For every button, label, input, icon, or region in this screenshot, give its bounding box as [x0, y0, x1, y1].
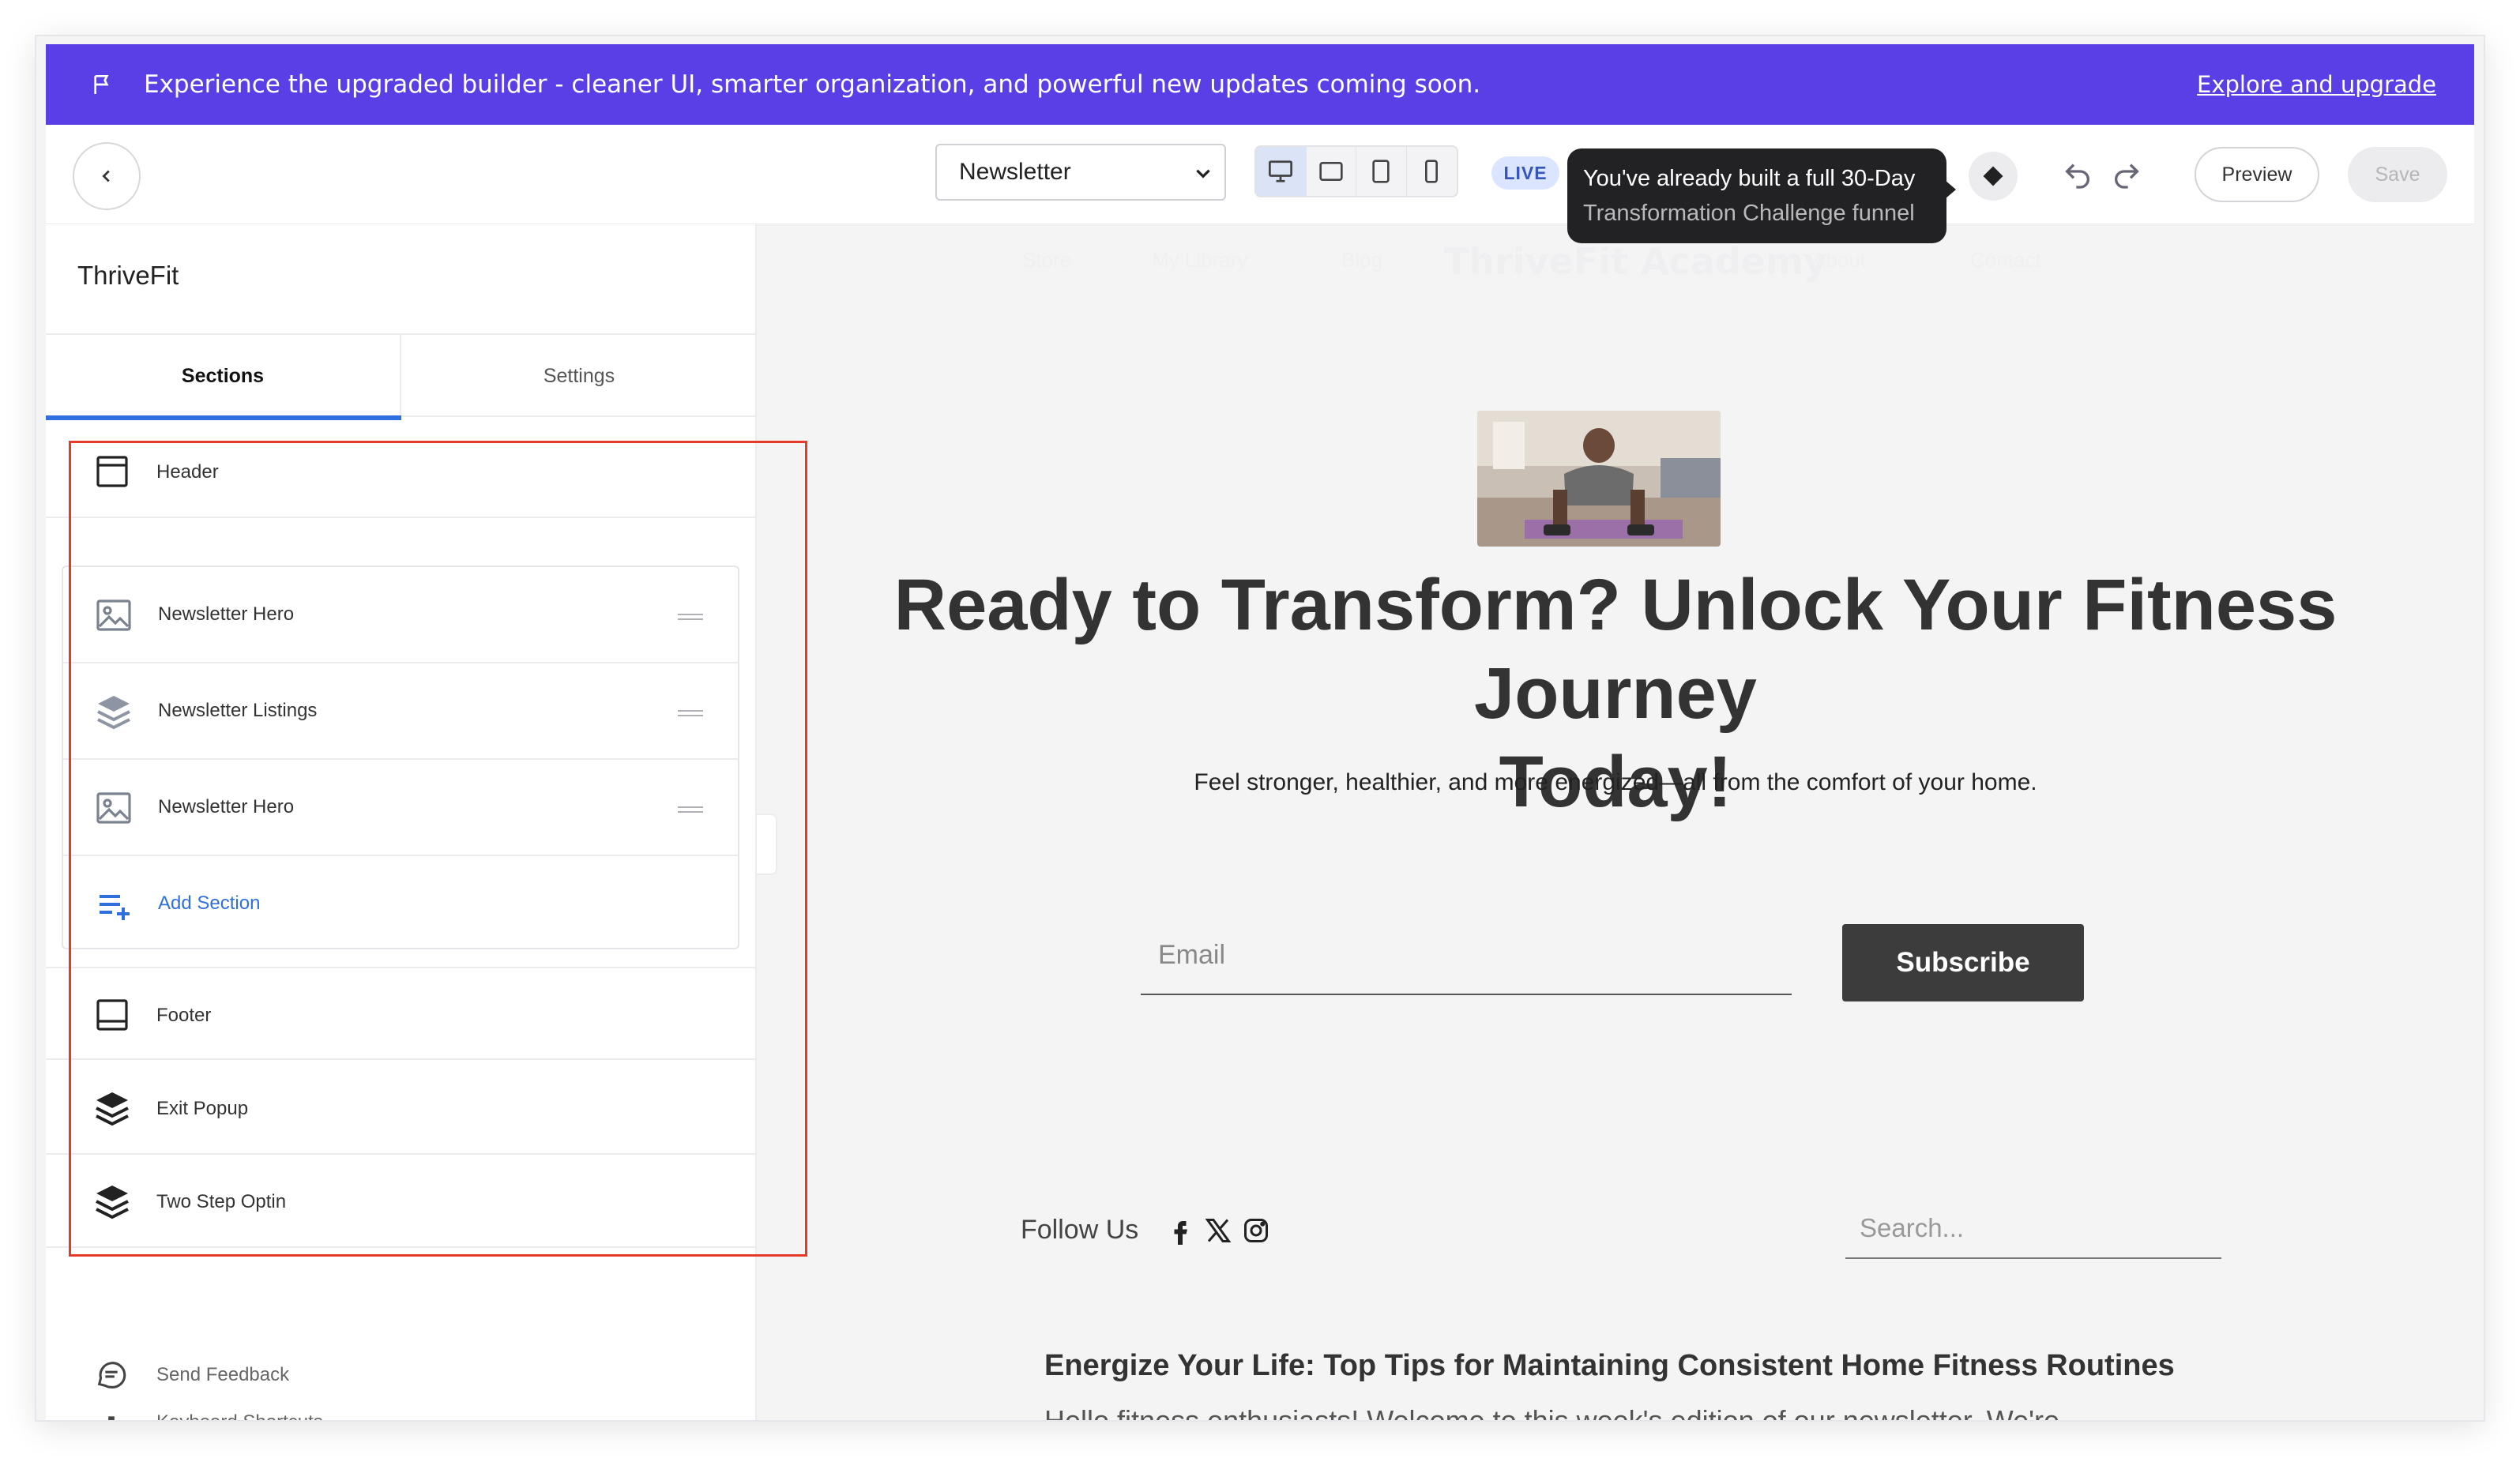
panel-tabs: Sections Settings [46, 333, 757, 420]
facebook-icon[interactable] [1166, 1215, 1194, 1246]
nav-item-blog[interactable]: Blog [1341, 248, 1382, 272]
section-exit-popup[interactable]: Exit Popup [46, 1062, 757, 1155]
follow-us-label: Follow Us [1021, 1215, 1139, 1245]
editor-toolbar: Newsletter LIVE You've already built a f… [46, 125, 2474, 243]
tab-sections[interactable]: Sections [46, 335, 401, 420]
send-feedback-link[interactable]: Send Feedback [93, 1357, 289, 1393]
layers-icon [96, 1092, 129, 1126]
article-title[interactable]: Energize Your Life: Top Tips for Maintai… [1044, 1349, 2175, 1383]
preview-button[interactable]: Preview [2195, 147, 2319, 202]
site-name: ThriveFit [77, 261, 179, 290]
panel-collapse-handle[interactable] [757, 814, 777, 875]
section-two-step-optin-label: Two Step Optin [156, 1191, 287, 1212]
subscribe-button[interactable]: Subscribe [1842, 924, 2084, 1001]
chat-bubble-icon [97, 1362, 126, 1388]
tab-settings[interactable]: Settings [401, 335, 757, 417]
sections-panel: ThriveFit Sections Settings Header Newsl… [46, 224, 757, 1420]
email-input[interactable]: Email [1141, 919, 1792, 995]
send-feedback-label: Send Feedback [156, 1364, 290, 1385]
chevron-down-icon [1196, 169, 1210, 178]
app-window: Experience the upgraded builder - cleane… [36, 36, 2484, 1420]
section-label: Newsletter Hero [158, 603, 295, 625]
ai-assistant-button[interactable] [1969, 152, 2018, 201]
keyboard-shortcuts-label: Keyboard Shortcuts [156, 1411, 323, 1420]
headline-line-1: Ready to Transform? Unlock Your Fitness … [893, 565, 2338, 734]
chevron-left-icon [102, 170, 110, 182]
device-mobile-button[interactable] [1407, 147, 1457, 196]
workout-photo [1477, 411, 1721, 547]
diamond-icon [1983, 166, 2003, 186]
hero-image [1477, 411, 1721, 547]
drag-handle-icon[interactable] [678, 806, 703, 814]
back-button[interactable] [73, 142, 141, 210]
site-logo: ThriveFit Academy [1444, 240, 1827, 283]
layers-icon [96, 1186, 129, 1219]
undo-icon[interactable] [2062, 160, 2093, 191]
banner-message: Experience the upgraded builder - cleane… [144, 70, 1481, 99]
tooltip-line-2: Transformation Challenge funnel [1583, 201, 1915, 226]
layers-icon [97, 696, 130, 730]
tooltip-line-1: You've already built a full 30-Day [1583, 166, 1916, 191]
drag-handle-icon[interactable] [678, 709, 703, 717]
desktop-icon [1269, 160, 1293, 182]
section-newsletter-hero-2[interactable]: Newsletter Hero [63, 760, 738, 856]
device-switcher [1254, 145, 1458, 197]
section-footer[interactable]: Footer [46, 967, 757, 1060]
section-newsletter-listings[interactable]: Newsletter Listings [63, 663, 738, 760]
page-canvas: Store My Library Blog ThriveFit Academy … [757, 224, 2474, 1420]
x-twitter-icon[interactable] [1204, 1215, 1232, 1246]
section-two-step-optin[interactable]: Two Step Optin [46, 1155, 757, 1248]
keyboard-shortcuts-link[interactable]: Keyboard Shortcuts [93, 1404, 323, 1420]
ai-tooltip: You've already built a full 30-Day Trans… [1567, 148, 1956, 243]
nav-item-contact[interactable]: Contact [1970, 248, 2041, 272]
flag-icon [94, 75, 109, 94]
footer-layout-icon [96, 999, 128, 1031]
section-label: Newsletter Listings [158, 700, 318, 721]
nav-item-store[interactable]: Store [1022, 248, 1071, 272]
page-select[interactable]: Newsletter [935, 144, 1226, 201]
nav-item-my-library[interactable]: My Library [1152, 248, 1247, 272]
image-icon [96, 792, 131, 824]
redo-icon[interactable] [2111, 160, 2142, 191]
device-tablet-landscape-button[interactable] [1307, 147, 1356, 196]
section-exit-popup-label: Exit Popup [156, 1098, 249, 1119]
upgrade-banner: Experience the upgraded builder - cleane… [46, 44, 2474, 125]
header-layout-icon [96, 456, 128, 487]
device-tablet-portrait-button[interactable] [1356, 147, 1407, 196]
section-newsletter-hero-1[interactable]: Newsletter Hero [63, 567, 738, 663]
live-badge: LIVE [1491, 156, 1559, 190]
explore-upgrade-link[interactable]: Explore and upgrade [2197, 44, 2436, 125]
mobile-icon [1425, 160, 1439, 183]
article-excerpt: Hello fitness enthusiasts! Welcome to th… [1044, 1404, 2059, 1420]
search-input[interactable]: Search... [1845, 1194, 2221, 1259]
save-button[interactable]: Save [2348, 147, 2447, 202]
hero-subheadline: Feel stronger, healthier, and more energ… [1194, 769, 2037, 795]
tablet-portrait-icon [1372, 160, 1390, 183]
instagram-icon[interactable] [1242, 1215, 1270, 1246]
body-sections-group: Newsletter Hero Newsletter Listings News… [62, 566, 739, 949]
device-desktop-button[interactable] [1256, 147, 1307, 196]
keyboard-icon [108, 1416, 115, 1420]
drag-handle-icon[interactable] [678, 613, 703, 621]
image-icon [96, 599, 131, 631]
section-footer-label: Footer [156, 1005, 212, 1026]
tablet-landscape-icon [1319, 162, 1343, 181]
section-label: Newsletter Hero [158, 796, 295, 817]
add-section-button[interactable]: Add Section [63, 856, 738, 953]
add-section-label: Add Section [158, 892, 261, 914]
nav-item-about[interactable]: About [1812, 248, 1866, 272]
tooltip-arrow [1945, 180, 1956, 199]
section-header[interactable]: Header [46, 425, 757, 518]
section-header-label: Header [156, 461, 219, 483]
page-select-value: Newsletter [959, 159, 1071, 185]
add-list-icon [100, 895, 130, 920]
